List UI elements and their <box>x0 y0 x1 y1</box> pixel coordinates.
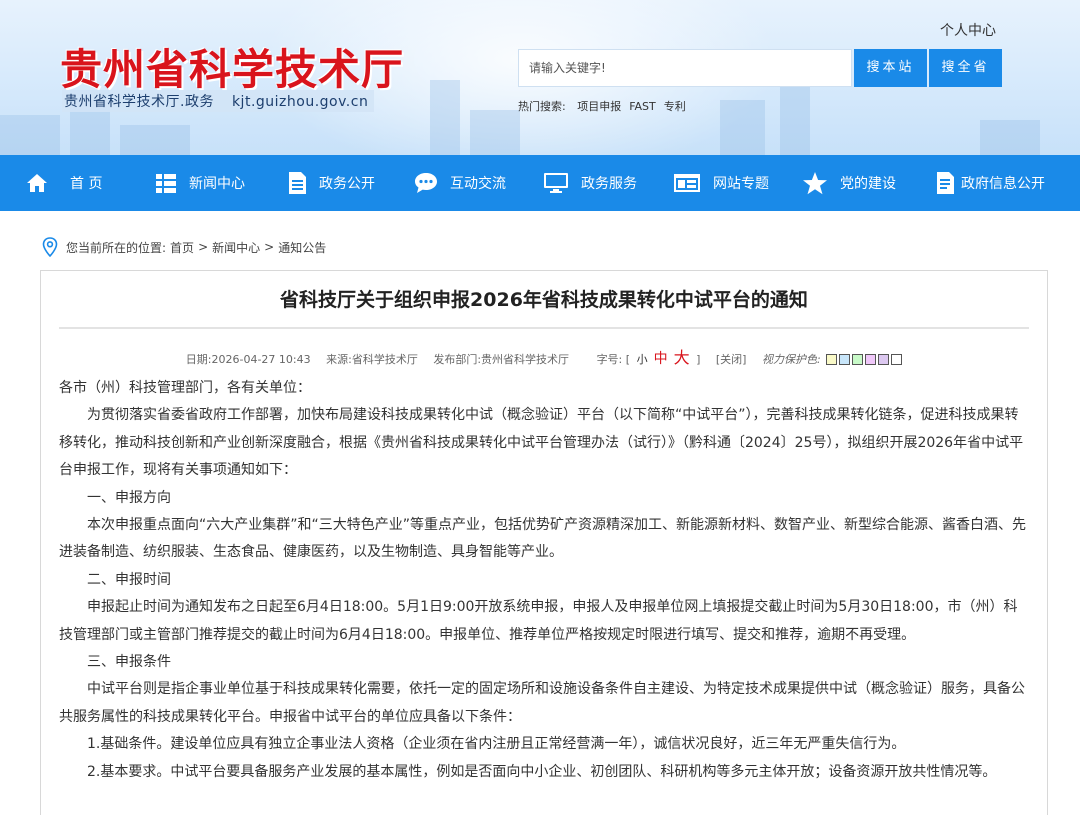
font-size-large-button[interactable]: 大 <box>674 348 690 367</box>
font-size-bracket: [ <box>625 353 631 366</box>
article-section-heading: 一、申报方向 <box>87 489 171 506</box>
article-department: 发布部门:贵州省科学技术厅 <box>433 353 570 366</box>
nav-item-services[interactable]: 政务服务 <box>543 155 637 211</box>
skyline-building <box>430 80 460 155</box>
main-nav: 首 页 新闻中心 政务公开 互动交流 政务服务 网站专题 党的建设 政府信息公开 <box>0 155 1080 211</box>
article-paragraph: 1.基础条件。建设单位应具有独立企事业法人资格（企业须在省内注册且正常经营满一年… <box>87 736 906 753</box>
nav-item-label: 网站专题 <box>713 176 769 192</box>
font-size-medium-button[interactable]: 中 <box>654 351 668 367</box>
hot-search-item[interactable]: FAST <box>629 100 656 113</box>
breadcrumb-news[interactable]: 新闻中心 <box>212 239 260 256</box>
site-header: 贵州省科学技术厅 贵州省科学技术厅.政务 kjt.guizhou.gov.cn 个… <box>0 0 1080 155</box>
site-subtitle-cn: 贵州省科学技术厅.政务 <box>64 94 214 110</box>
eye-color-swatch[interactable] <box>891 354 903 365</box>
nav-item-label: 党的建设 <box>840 176 896 192</box>
nav-item-gov-info[interactable]: 政府信息公开 <box>935 155 1045 211</box>
search-site-button[interactable]: 搜本站 <box>854 49 927 87</box>
nav-item-label: 互动交流 <box>450 176 506 192</box>
nav-item-home[interactable]: 首 页 <box>26 155 102 211</box>
nav-item-party[interactable]: 党的建设 <box>802 155 896 211</box>
location-pin-icon <box>42 237 58 257</box>
breadcrumb: 您当前所在的位置: 首页 > 新闻中心 > 通知公告 <box>42 237 326 257</box>
home-icon <box>27 174 47 192</box>
article-title: 省科技厅关于组织申报2026年省科技成果转化中试平台的通知 <box>280 289 808 311</box>
nav-item-topics[interactable]: 网站专题 <box>673 155 769 211</box>
site-title[interactable]: 贵州省科学技术厅 <box>60 36 404 97</box>
article-section-heading: 二、申报时间 <box>87 571 171 588</box>
title-divider <box>59 327 1029 329</box>
font-size-small-button[interactable]: 小 <box>637 353 648 366</box>
breadcrumb-separator: > <box>198 240 209 254</box>
eye-color-swatch[interactable] <box>878 354 890 365</box>
nav-item-label: 政府信息公开 <box>961 176 1045 192</box>
breadcrumb-separator: > <box>264 240 275 254</box>
nav-item-label: 新闻中心 <box>189 176 245 192</box>
chat-bubble-icon <box>415 173 437 193</box>
skyline-building <box>0 115 60 155</box>
site-subtitle: 贵州省科学技术厅.政务 kjt.guizhou.gov.cn <box>62 90 375 112</box>
hot-search: 热门搜索: 项目申报 FAST 专利 <box>518 98 694 114</box>
breadcrumb-prefix: 您当前所在的位置: <box>66 240 167 255</box>
eye-protection-label: 视力保护色: <box>761 353 821 366</box>
skyline-building <box>980 120 1040 155</box>
article-source: 来源:省科学技术厅 <box>326 353 418 366</box>
eye-color-swatch[interactable] <box>826 354 838 365</box>
article-paragraph: 中试平台则是指企事业单位基于科技成果转化需要，依托一定的固定场所和设施设备条件自… <box>59 681 1025 725</box>
skyline-building <box>120 125 190 155</box>
font-size-bracket: ] <box>696 353 701 366</box>
user-center-link[interactable]: 个人中心 <box>940 20 996 40</box>
document-icon <box>289 172 306 194</box>
eye-color-swatch[interactable] <box>865 354 877 365</box>
window-icon <box>674 174 700 192</box>
skyline-building <box>720 100 765 155</box>
breadcrumb-home[interactable]: 首页 <box>170 239 194 256</box>
article-paragraph: 本次申报重点面向“六大产业集群”和“三大特色产业”等重点产业，包括优势矿产资源精… <box>59 517 1027 561</box>
nav-item-news[interactable]: 新闻中心 <box>155 155 245 211</box>
nav-item-interaction[interactable]: 互动交流 <box>414 155 506 211</box>
article-date: 日期:2026-04-27 10:43 <box>185 353 311 366</box>
article-section-heading: 三、申报条件 <box>87 654 171 671</box>
file-icon <box>937 172 954 194</box>
skyline-building <box>470 110 520 155</box>
article-paragraph: 申报起止时间为通知发布之日起至6月4日18:00。5月1日9:00开放系统申报，… <box>59 599 1018 643</box>
article-paragraph: 2.基本要求。中试平台要具备服务产业发展的基本属性，例如是否面向中小企业、初创团… <box>87 763 997 780</box>
eye-color-swatch[interactable] <box>852 354 864 365</box>
monitor-icon <box>544 173 568 193</box>
site-domain: kjt.guizhou.gov.cn <box>231 94 369 110</box>
article-salutation: 各市（州）科技管理部门，各有关单位： <box>59 380 311 396</box>
article-panel: 省科技厅关于组织申报2026年省科技成果转化中试平台的通知 日期:2026-04… <box>40 270 1048 815</box>
nav-item-label: 首 页 <box>70 176 103 192</box>
search-province-button[interactable]: 搜全省 <box>929 49 1002 87</box>
article-body: 各市（州）科技管理部门，各有关单位： 为贯彻落实省委省政府工作部署，加快布局建设… <box>59 375 1031 786</box>
article-meta: 日期:2026-04-27 10:43 来源:省科学技术厅 发布部门:贵州省科学… <box>41 344 1047 368</box>
nav-item-gov-affairs[interactable]: 政务公开 <box>287 155 375 211</box>
nav-item-label: 政务公开 <box>319 176 375 192</box>
hot-search-item[interactable]: 专利 <box>664 100 686 113</box>
article-paragraph: 为贯彻落实省委省政府工作部署，加快布局建设科技成果转化中试（概念验证）平台（以下… <box>59 407 1024 479</box>
skyline-building <box>780 75 810 155</box>
grid-list-icon <box>156 174 176 193</box>
nav-item-label: 政务服务 <box>581 176 637 192</box>
font-size-label: 字号: <box>596 353 623 366</box>
star-icon <box>803 172 827 195</box>
breadcrumb-notices[interactable]: 通知公告 <box>278 239 326 256</box>
close-page-button[interactable]: [关闭] <box>716 353 747 366</box>
hot-search-label: 热门搜索: <box>518 100 566 113</box>
eye-color-swatch[interactable] <box>839 354 851 365</box>
hot-search-item[interactable]: 项目申报 <box>577 100 621 113</box>
search-input[interactable]: 请输入关键字! <box>518 49 852 87</box>
